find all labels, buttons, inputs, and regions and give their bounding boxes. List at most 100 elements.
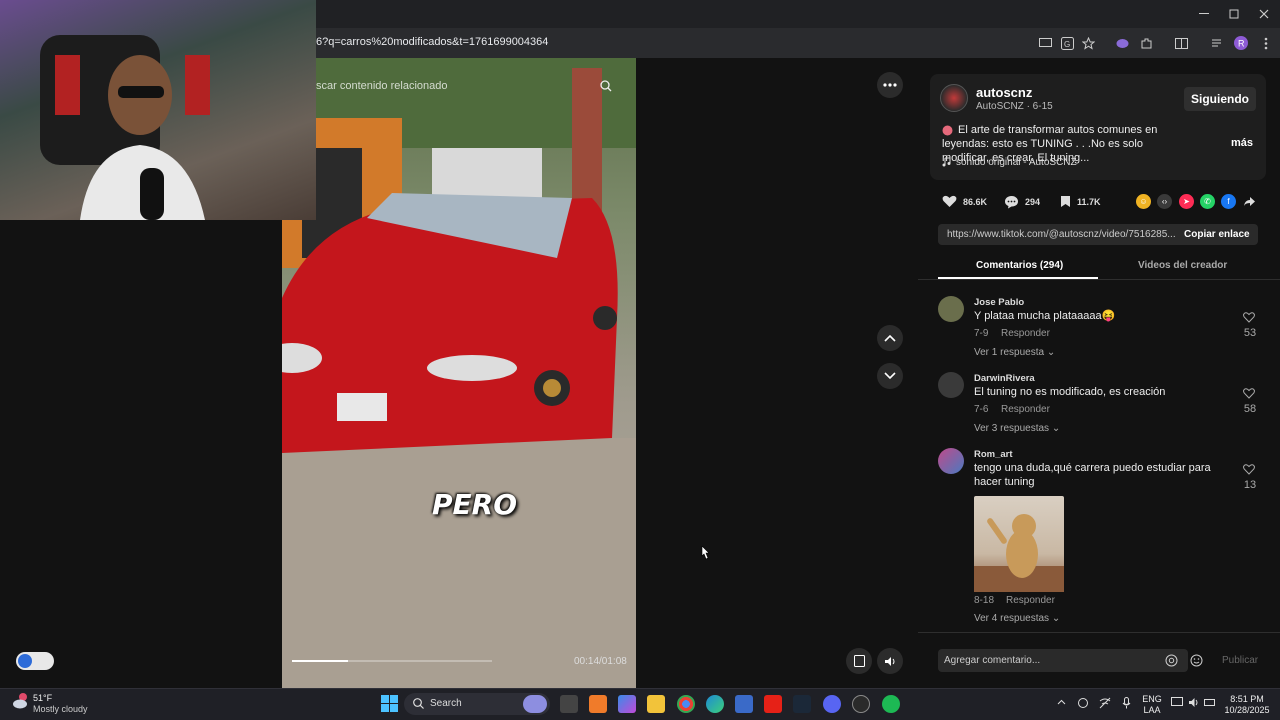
store-icon[interactable]: [735, 695, 753, 713]
progress-fill: [292, 660, 348, 662]
save-count: 11.7K: [1077, 196, 1101, 207]
chrome-icon[interactable]: [677, 695, 695, 713]
extensions-puzzle-icon[interactable]: [1137, 34, 1155, 52]
view-replies-link[interactable]: Ver 1 respuesta ⌄: [974, 347, 1055, 358]
weather-icon[interactable]: [12, 693, 30, 709]
comment-avatar[interactable]: [938, 296, 964, 322]
display-icon[interactable]: [1171, 697, 1183, 708]
like-stat[interactable]: 86.6K: [942, 195, 987, 208]
embed-code-icon[interactable]: ‹›: [1157, 194, 1172, 209]
comment-author[interactable]: DarwinRivera: [974, 373, 1035, 384]
language-region[interactable]: LAA: [1139, 705, 1165, 715]
svg-text:R: R: [1238, 39, 1245, 49]
publish-button[interactable]: Publicar: [1222, 655, 1258, 666]
share-arrow-icon[interactable]: [1243, 196, 1256, 207]
more-description-link[interactable]: más: [1231, 137, 1253, 149]
reply-button[interactable]: Responder: [1006, 595, 1055, 606]
copilot-icon[interactable]: [618, 695, 636, 713]
mini-player-button[interactable]: [846, 648, 872, 674]
comment-avatar[interactable]: [938, 372, 964, 398]
extension-purple-icon[interactable]: [1113, 34, 1131, 52]
split-view-icon[interactable]: [1172, 34, 1190, 52]
obs-icon[interactable]: [852, 695, 870, 713]
comment-image-dog[interactable]: [974, 496, 1064, 592]
comment-date: 7-9: [974, 328, 989, 339]
bookmark-icon: [1061, 196, 1070, 207]
language-code[interactable]: ENG: [1139, 694, 1165, 704]
network-off-icon[interactable]: [1099, 697, 1111, 709]
file-explorer-icon[interactable]: [647, 695, 665, 713]
search-highlight-icon[interactable]: [523, 695, 547, 713]
comment-like-heart-icon[interactable]: [1243, 464, 1255, 475]
next-video-button[interactable]: [877, 363, 903, 389]
reply-button[interactable]: Responder: [1001, 404, 1050, 415]
previous-video-button[interactable]: [877, 325, 903, 351]
music-note-icon: [942, 157, 951, 167]
youtube-icon[interactable]: [764, 695, 782, 713]
comment-author[interactable]: Rom_art: [974, 449, 1013, 460]
creator-username[interactable]: autoscnz: [976, 85, 1032, 100]
restore-icon[interactable]: [1220, 6, 1248, 22]
comment-input-placeholder[interactable]: Agregar comentario...: [944, 655, 1040, 666]
save-stat[interactable]: 11.7K: [1060, 195, 1101, 208]
battery-icon[interactable]: [1204, 697, 1216, 708]
speaker-icon[interactable]: [1188, 697, 1200, 708]
url-text[interactable]: 6?q=carros%20modificados&t=1761699004364: [316, 36, 548, 48]
profile-avatar-icon[interactable]: R: [1232, 34, 1250, 52]
whatsapp-icon[interactable]: ✆: [1200, 194, 1215, 209]
weather-temp[interactable]: 51°F: [33, 693, 52, 703]
comment-like-count: 13: [1243, 479, 1257, 491]
comment-author[interactable]: Jose Pablo: [974, 297, 1024, 308]
mention-icon[interactable]: [1165, 654, 1178, 667]
close-icon[interactable]: [1250, 6, 1278, 22]
app-orange-icon[interactable]: [589, 695, 607, 713]
spotify-icon[interactable]: [882, 695, 900, 713]
comment-text: tengo una duda,qué carrera puedo estudia…: [974, 462, 1211, 488]
video-time: 00:14/01:08: [574, 656, 627, 667]
task-view-icon[interactable]: [560, 695, 578, 713]
view-replies-link[interactable]: Ver 3 respuestas ⌄: [974, 423, 1060, 434]
show-hidden-icons-chevron-icon[interactable]: [1057, 699, 1066, 705]
creator-avatar[interactable]: [940, 84, 968, 112]
steam-icon[interactable]: [793, 695, 811, 713]
sound-name[interactable]: sonido original - AutoSCNZ: [956, 157, 1077, 168]
clock-date[interactable]: 10/28/2025: [1222, 705, 1272, 715]
copy-link-button[interactable]: Copiar enlace: [1184, 229, 1250, 240]
chevron-down-icon: ⌄: [1051, 613, 1061, 624]
comment-like-heart-icon[interactable]: [1243, 388, 1255, 399]
clock-time[interactable]: 8:51 PM: [1226, 694, 1268, 704]
menu-kebab-icon[interactable]: [1257, 34, 1275, 52]
share-friends-icon[interactable]: ☺: [1136, 194, 1151, 209]
install-app-icon[interactable]: [1036, 34, 1054, 52]
media-control-icon[interactable]: [1208, 34, 1226, 52]
minimize-icon[interactable]: [1190, 6, 1218, 22]
emoji-picker-icon[interactable]: [1190, 654, 1203, 667]
comment-text: Y plataa mucha plataaaaa😝: [974, 310, 1116, 322]
comment-date: 8-18: [974, 595, 995, 606]
streamer-camera-image: [40, 35, 210, 220]
share-send-icon[interactable]: ➤: [1179, 194, 1194, 209]
discord-icon[interactable]: [823, 695, 841, 713]
windows-start-icon[interactable]: [381, 695, 398, 712]
reply-button[interactable]: Responder: [1001, 328, 1050, 339]
volume-button[interactable]: [877, 648, 903, 674]
tab-creator-videos[interactable]: Videos del creador: [1138, 260, 1227, 271]
more-options-button[interactable]: [877, 72, 903, 98]
comment-stat[interactable]: 294: [1004, 195, 1040, 209]
comment-avatar[interactable]: [938, 448, 964, 474]
facebook-icon[interactable]: f: [1221, 194, 1236, 209]
bookmark-star-icon[interactable]: [1079, 34, 1097, 52]
comment-like-heart-icon[interactable]: [1243, 312, 1255, 323]
microphone-icon[interactable]: [1122, 697, 1131, 709]
tab-comments[interactable]: Comentarios (294): [976, 260, 1063, 271]
creator-subline: AutoSCNZ · 6-15: [976, 101, 1053, 112]
sync-icon[interactable]: [1077, 697, 1089, 709]
weather-desc[interactable]: Mostly cloudy: [33, 704, 88, 714]
following-button[interactable]: Siguiendo: [1184, 87, 1256, 111]
view-replies-link[interactable]: Ver 4 respuestas ⌄: [974, 613, 1060, 624]
edge-icon[interactable]: [706, 695, 724, 713]
taskbar-search-label[interactable]: Search: [430, 698, 462, 709]
comment-bubble-icon: [1005, 196, 1018, 209]
translate-icon[interactable]: G: [1058, 34, 1076, 52]
video-link-url[interactable]: https://www.tiktok.com/@autoscnz/video/7…: [947, 229, 1176, 240]
